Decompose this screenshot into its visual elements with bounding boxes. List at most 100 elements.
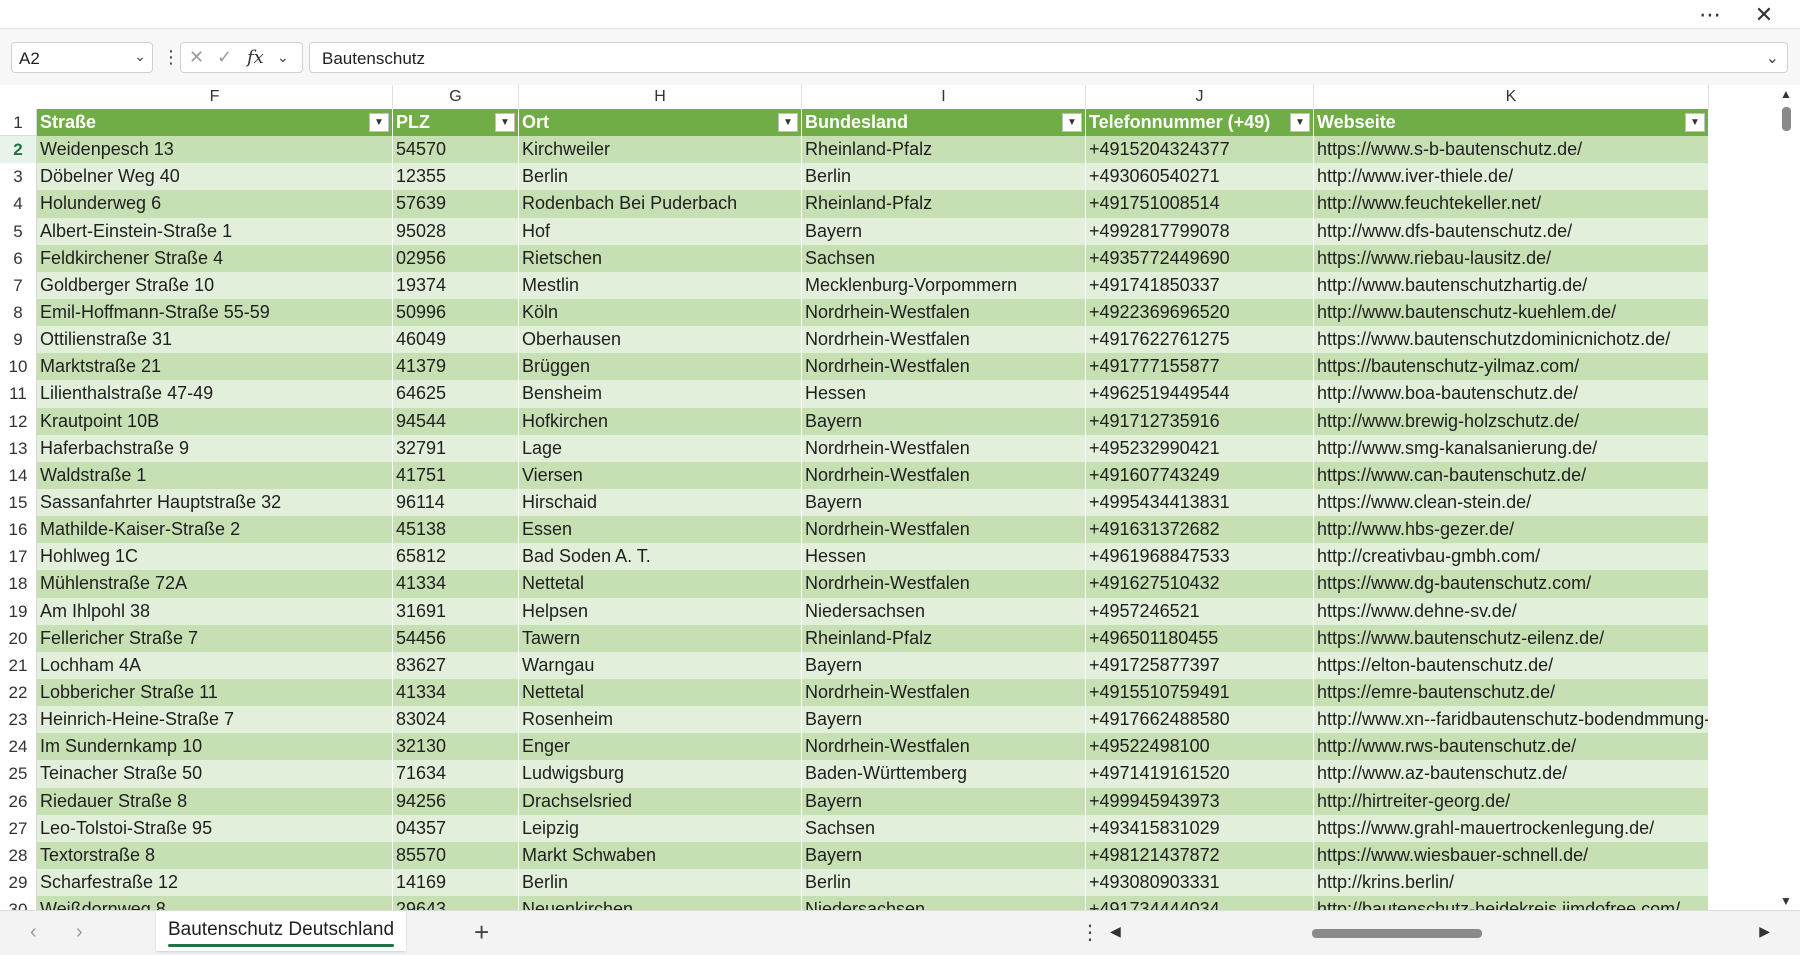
table-cell[interactable]: http://www.hbs-gezer.de/	[1314, 516, 1709, 544]
table-cell[interactable]: 95028	[393, 217, 519, 245]
table-cell[interactable]: Sassanfahrter Hauptstraße 32	[37, 488, 393, 517]
table-cell[interactable]: 65812	[393, 543, 519, 571]
table-cell[interactable]: Lage	[519, 434, 802, 462]
table-cell[interactable]: +4915204324377	[1086, 136, 1314, 164]
table-cell[interactable]: Bayern	[802, 841, 1086, 869]
table-cell[interactable]: 96114	[393, 488, 519, 517]
scroll-right-icon[interactable]: ▶	[1759, 923, 1770, 940]
table-cell[interactable]: 41334	[393, 570, 519, 598]
table-cell[interactable]: Fellericher Straße 7	[37, 624, 393, 652]
table-cell[interactable]: Hofkirchen	[519, 407, 802, 435]
row-number[interactable]: 15	[0, 488, 37, 517]
table-cell[interactable]: Ottilienstraße 31	[37, 326, 393, 354]
vertical-scrollbar[interactable]: ▲ ▼	[1772, 85, 1800, 910]
table-cell[interactable]: Rheinland-Pfalz	[802, 190, 1086, 218]
row-number[interactable]: 22	[0, 678, 37, 707]
table-cell[interactable]: 71634	[393, 760, 519, 788]
row-number[interactable]: 17	[0, 543, 37, 571]
table-cell[interactable]: Lobbericher Straße 11	[37, 678, 393, 707]
row-number[interactable]: 18	[0, 570, 37, 598]
table-cell[interactable]: https://www.riebau-lausitz.de/	[1314, 244, 1709, 272]
spreadsheet-grid[interactable]: FGHIJK 1 Straße ▼ PLZ ▼ Ort ▼ Bundesland ▼ Telefo…	[0, 85, 1772, 910]
row-number[interactable]: 20	[0, 624, 37, 652]
row-number[interactable]: 8	[0, 298, 37, 327]
filter-dropdown-icon[interactable]: ▼	[369, 113, 389, 132]
table-cell[interactable]: 04357	[393, 814, 519, 842]
table-cell[interactable]: Rosenheim	[519, 706, 802, 734]
table-cell[interactable]: 64625	[393, 380, 519, 408]
previous-sheet-icon[interactable]: ‹	[30, 921, 37, 944]
table-cell[interactable]: Am Ihlpohl 38	[37, 597, 393, 625]
table-cell[interactable]: Bayern	[802, 706, 1086, 734]
table-cell[interactable]: +493080903331	[1086, 868, 1314, 897]
row-number[interactable]: 14	[0, 461, 37, 489]
row-number[interactable]: 16	[0, 516, 37, 544]
table-cell[interactable]: +498121437872	[1086, 841, 1314, 869]
table-cell[interactable]: Nordrhein-Westfalen	[802, 678, 1086, 707]
table-cell[interactable]: 29643	[393, 896, 519, 910]
table-cell[interactable]: +491734444034	[1086, 896, 1314, 910]
table-cell[interactable]: Scharfestraße 12	[37, 868, 393, 897]
table-cell[interactable]: http://www.az-bautenschutz.de/	[1314, 760, 1709, 788]
table-cell[interactable]: Helpsen	[519, 597, 802, 625]
table-cell[interactable]: Köln	[519, 298, 802, 327]
header-cell[interactable]: PLZ ▼	[393, 109, 519, 137]
table-cell[interactable]: Brüggen	[519, 353, 802, 381]
table-cell[interactable]: http://www.iver-thiele.de/	[1314, 163, 1709, 191]
table-cell[interactable]: Riedauer Straße 8	[37, 787, 393, 815]
vertical-dots-icon[interactable]: ⋮	[1080, 920, 1100, 945]
scroll-down-icon[interactable]: ▼	[1780, 894, 1792, 908]
table-cell[interactable]: Teinacher Straße 50	[37, 760, 393, 788]
table-cell[interactable]: +491712735916	[1086, 407, 1314, 435]
table-cell[interactable]: Bayern	[802, 787, 1086, 815]
next-sheet-icon[interactable]: ›	[76, 921, 83, 944]
column-header[interactable]: K	[1314, 85, 1709, 109]
column-header[interactable]: J	[1086, 85, 1314, 109]
table-cell[interactable]: https://elton-bautenschutz.de/	[1314, 651, 1709, 679]
table-cell[interactable]: http://bautenschutz-heidekreis.jimdofree…	[1314, 896, 1709, 910]
table-cell[interactable]: +4935772449690	[1086, 244, 1314, 272]
more-options-icon[interactable]: ⋯	[1688, 0, 1732, 29]
table-cell[interactable]: +491751008514	[1086, 190, 1314, 218]
chevron-down-icon[interactable]: ⌄	[134, 48, 146, 65]
table-cell[interactable]: https://www.dehne-sv.de/	[1314, 597, 1709, 625]
table-cell[interactable]: Bayern	[802, 217, 1086, 245]
table-cell[interactable]: Emil-Hoffmann-Straße 55-59	[37, 298, 393, 327]
table-cell[interactable]: http://www.dfs-bautenschutz.de/	[1314, 217, 1709, 245]
table-cell[interactable]: 94544	[393, 407, 519, 435]
table-cell[interactable]: Warngau	[519, 651, 802, 679]
table-cell[interactable]: Haferbachstraße 9	[37, 434, 393, 462]
table-cell[interactable]: +491607743249	[1086, 461, 1314, 489]
table-cell[interactable]: Oberhausen	[519, 326, 802, 354]
table-cell[interactable]: +491631372682	[1086, 516, 1314, 544]
table-cell[interactable]: +4917622761275	[1086, 326, 1314, 354]
table-cell[interactable]: 50996	[393, 298, 519, 327]
row-number[interactable]: 9	[0, 326, 37, 354]
table-cell[interactable]: 41379	[393, 353, 519, 381]
table-cell[interactable]: Bayern	[802, 651, 1086, 679]
table-cell[interactable]: Bayern	[802, 488, 1086, 517]
table-cell[interactable]: 41334	[393, 678, 519, 707]
row-number[interactable]: 10	[0, 353, 37, 381]
table-cell[interactable]: Heinrich-Heine-Straße 7	[37, 706, 393, 734]
formula-input[interactable]: Bautenschutz ⌄	[309, 42, 1788, 73]
table-cell[interactable]: Nettetal	[519, 678, 802, 707]
check-icon[interactable]: ✓	[217, 47, 232, 68]
table-cell[interactable]: Nordrhein-Westfalen	[802, 733, 1086, 761]
table-cell[interactable]: http://www.feuchtekeller.net/	[1314, 190, 1709, 218]
table-cell[interactable]: http://www.bautenschutz-kuehlem.de/	[1314, 298, 1709, 327]
filter-dropdown-icon[interactable]: ▼	[1062, 113, 1082, 132]
table-cell[interactable]: 02956	[393, 244, 519, 272]
row-number[interactable]: 3	[0, 163, 37, 191]
row-number[interactable]: 26	[0, 787, 37, 815]
table-cell[interactable]: Nordrhein-Westfalen	[802, 326, 1086, 354]
scroll-thumb[interactable]	[1312, 929, 1482, 938]
table-cell[interactable]: Neuenkirchen	[519, 896, 802, 910]
table-cell[interactable]: Nordrhein-Westfalen	[802, 570, 1086, 598]
table-cell[interactable]: Markt Schwaben	[519, 841, 802, 869]
table-cell[interactable]: Feldkirchener Straße 4	[37, 244, 393, 272]
table-cell[interactable]: Niedersachsen	[802, 896, 1086, 910]
header-cell[interactable]: Straße ▼	[37, 109, 393, 137]
table-cell[interactable]: +496501180455	[1086, 624, 1314, 652]
row-number[interactable]: 13	[0, 434, 37, 462]
